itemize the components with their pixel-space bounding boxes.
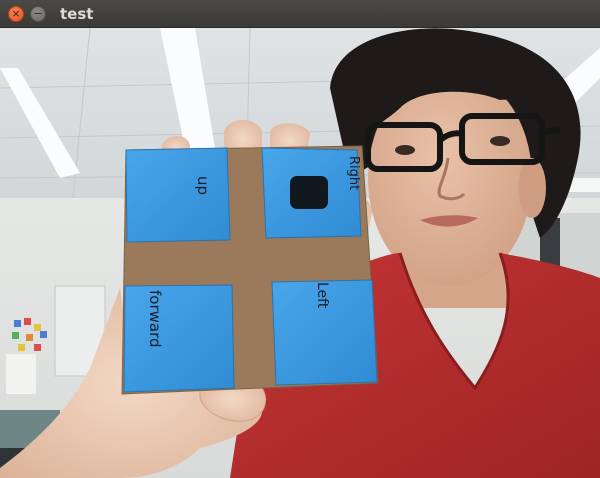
- close-button[interactable]: ×: [8, 5, 24, 22]
- eye: [395, 145, 415, 155]
- close-icon: ×: [11, 7, 21, 20]
- window-title: test: [60, 4, 94, 23]
- eye: [490, 136, 510, 146]
- marker-square: [290, 176, 328, 209]
- camera-frame: up Right forward Left: [0, 28, 600, 478]
- camera-feed: up Right forward Left: [0, 28, 600, 478]
- quadrant-label-up: up: [194, 176, 212, 195]
- quadrant-bottom-left: [123, 284, 235, 393]
- quadrant-label-right: Right: [346, 156, 361, 190]
- quadrant-label-forward: forward: [146, 290, 164, 348]
- ear: [518, 158, 546, 218]
- quadrant-top-left: [125, 147, 231, 243]
- direction-card: up Right forward Left: [121, 145, 379, 395]
- app-window: × − test up Right forward Left: [0, 0, 600, 478]
- title-bar[interactable]: × − test: [0, 0, 600, 28]
- minimize-icon: −: [33, 7, 43, 20]
- minimize-button[interactable]: −: [30, 5, 46, 22]
- quadrant-label-left: Left: [314, 282, 330, 309]
